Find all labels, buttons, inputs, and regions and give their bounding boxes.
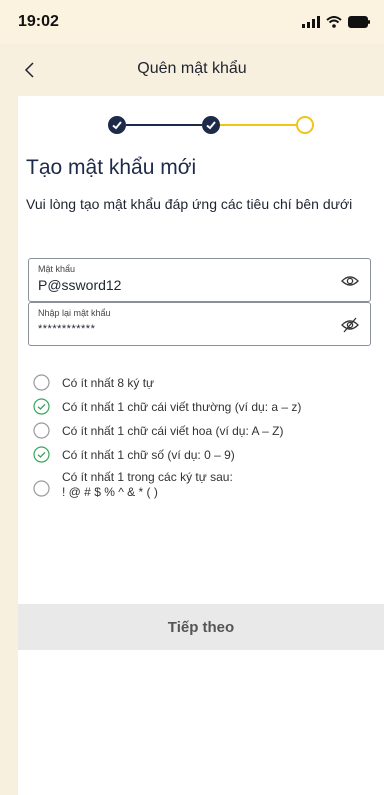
step-1-complete — [108, 116, 126, 134]
criterion-line-1: Có ít nhất 1 trong các ký tự sau: — [62, 470, 233, 484]
confirm-password-value[interactable]: ************ — [38, 323, 95, 335]
status-bar: 19:02 — [0, 0, 384, 44]
password-criteria-list: Có ít nhất 8 ký tự Có ít nhất 1 chữ cái … — [33, 374, 373, 506]
progress-stepper — [18, 116, 366, 134]
check-icon — [112, 121, 122, 130]
cellular-signal-icon — [302, 16, 320, 28]
status-time: 19:02 — [18, 13, 59, 30]
form-panel: Tạo mật khẩu mới Vui lòng tạo mật khẩu đ… — [18, 96, 384, 795]
wifi-icon — [326, 16, 342, 28]
form-description: Vui lòng tạo mật khẩu đáp ứng các tiêu c… — [26, 196, 353, 212]
step-2-complete — [202, 116, 220, 134]
step-3-current — [296, 116, 314, 134]
criterion-digit: Có ít nhất 1 chữ số (ví dụ: 0 – 9) — [33, 446, 373, 470]
circle-unchecked-icon — [33, 480, 50, 497]
nav-bar: Quên mật khẩu — [18, 46, 384, 94]
step-connector-2 — [220, 124, 296, 126]
password-label: Mật khẩu — [38, 264, 76, 274]
confirm-password-label: Nhập lại mật khẩu — [38, 308, 111, 318]
check-icon — [206, 121, 216, 130]
page-title: Quên mật khẩu — [137, 60, 247, 77]
password-field[interactable]: Mật khẩu P@ssword12 — [28, 258, 371, 302]
criterion-min-length: Có ít nhất 8 ký tự — [33, 374, 373, 398]
criterion-text: Có ít nhất 1 chữ cái viết hoa (ví dụ: A … — [62, 424, 284, 438]
criterion-lowercase: Có ít nhất 1 chữ cái viết thường (ví dụ:… — [33, 398, 373, 422]
criterion-uppercase: Có ít nhất 1 chữ cái viết hoa (ví dụ: A … — [33, 422, 373, 446]
password-value[interactable]: P@ssword12 — [38, 277, 121, 293]
eye-icon[interactable] — [340, 271, 360, 291]
continue-button[interactable]: Tiếp theo — [18, 604, 384, 650]
criterion-text: Có ít nhất 1 chữ số (ví dụ: 0 – 9) — [62, 448, 235, 462]
criterion-line-2: ! @ # $ % ^ & * ( ) — [62, 485, 158, 499]
status-icons — [302, 15, 370, 29]
step-connector-1 — [126, 124, 202, 126]
criterion-special-char: Có ít nhất 1 trong các ký tự sau: ! @ # … — [33, 470, 373, 506]
confirm-password-field[interactable]: Nhập lại mật khẩu ************ — [28, 302, 371, 346]
circle-unchecked-icon — [33, 422, 50, 439]
criterion-text: Có ít nhất 8 ký tự — [62, 376, 155, 390]
circle-check-icon — [33, 446, 50, 463]
form-title: Tạo mật khẩu mới — [26, 156, 197, 179]
battery-icon — [348, 16, 370, 28]
criterion-text: Có ít nhất 1 chữ cái viết thường (ví dụ:… — [62, 400, 302, 414]
circle-unchecked-icon — [33, 374, 50, 391]
eye-off-icon[interactable] — [340, 315, 360, 335]
circle-check-icon — [33, 398, 50, 415]
criterion-text: Có ít nhất 1 trong các ký tự sau: ! @ # … — [62, 470, 233, 500]
